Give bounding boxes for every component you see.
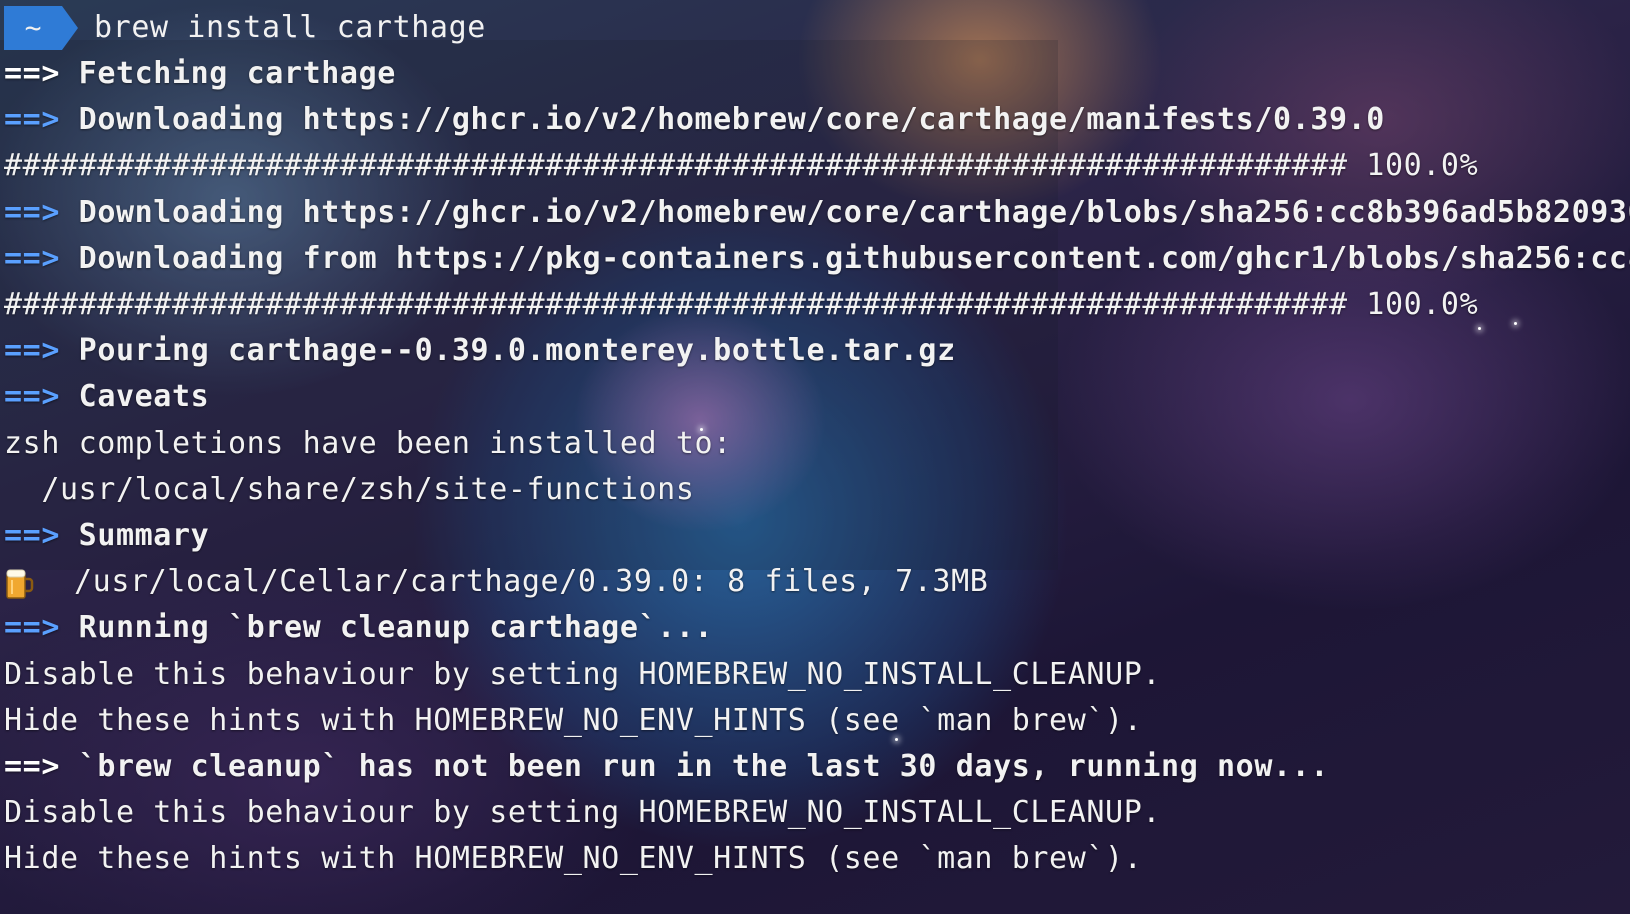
arrow-marker: ==> xyxy=(4,56,60,91)
arrow-marker: ==> xyxy=(4,518,60,553)
line-text: Pouring carthage--0.39.0.monterey.bottle… xyxy=(60,333,956,369)
line-text: zsh completions have been installed to: xyxy=(4,425,732,461)
prompt-separator-icon xyxy=(62,6,78,50)
arrow-marker: ==> xyxy=(4,194,60,230)
terminal-line: ==> `brew cleanup` has not been run in t… xyxy=(4,743,1329,791)
prompt-command[interactable]: brew install carthage xyxy=(94,4,486,52)
line-text: Downloading from https://pkg-containers.… xyxy=(60,240,1630,276)
terminal-line: ==> Downloading from https://pkg-contain… xyxy=(4,235,1630,283)
line-text: Hide these hints with HOMEBREW_NO_ENV_HI… xyxy=(4,841,1143,877)
line-text: Hide these hints with HOMEBREW_NO_ENV_HI… xyxy=(4,702,1143,738)
terminal-line: ==> Pouring carthage--0.39.0.monterey.bo… xyxy=(4,327,956,375)
prompt-badge: ~ xyxy=(4,6,62,50)
terminal-line: ==> Downloading https://ghcr.io/v2/homeb… xyxy=(4,189,1630,237)
terminal-line: Hide these hints with HOMEBREW_NO_ENV_HI… xyxy=(4,835,1142,883)
line-text: Caveats xyxy=(60,379,210,415)
arrow-marker: ==> xyxy=(4,379,60,415)
progress-bar-text: ########################################… xyxy=(4,287,1479,322)
terminal-line: ==> Fetching carthage xyxy=(4,50,396,98)
terminal-line: ########################################… xyxy=(4,281,1478,329)
arrow-marker: ==> xyxy=(4,749,60,784)
arrow-marker: ==> xyxy=(4,610,60,646)
line-text: Fetching carthage xyxy=(60,56,396,91)
terminal-line: ==> Summary xyxy=(4,512,209,560)
beer-mug-icon xyxy=(4,566,34,600)
line-text: Running `brew cleanup carthage`... xyxy=(60,610,714,646)
arrow-marker: ==> xyxy=(4,102,60,138)
line-text: `brew cleanup` has not been run in the l… xyxy=(60,749,1329,784)
line-text: Summary xyxy=(60,518,210,553)
line-text: Downloading https://ghcr.io/v2/homebrew/… xyxy=(60,102,1385,138)
terminal-line: Disable this behaviour by setting HOMEBR… xyxy=(4,651,1161,699)
terminal-line: /usr/local/Cellar/carthage/0.39.0: 8 fil… xyxy=(4,558,988,606)
summary-text: /usr/local/Cellar/carthage/0.39.0: 8 fil… xyxy=(74,564,989,600)
line-text: Downloading https://ghcr.io/v2/homebrew/… xyxy=(60,194,1630,230)
terminal-line: zsh completions have been installed to: xyxy=(4,420,732,468)
terminal-window[interactable]: ~ brew install carthage ==> Fetching car… xyxy=(0,0,1630,914)
terminal-line: Disable this behaviour by setting HOMEBR… xyxy=(4,789,1161,837)
home-directory-icon: ~ xyxy=(24,11,42,44)
terminal-line: ==> Downloading https://ghcr.io/v2/homeb… xyxy=(4,96,1385,144)
line-text: Disable this behaviour by setting HOMEBR… xyxy=(4,656,1162,692)
terminal-line: ==> Caveats xyxy=(4,373,209,421)
terminal-line: Hide these hints with HOMEBREW_NO_ENV_HI… xyxy=(4,697,1142,745)
line-text: /usr/local/share/zsh/site-functions xyxy=(4,471,695,507)
arrow-marker: ==> xyxy=(4,333,60,369)
terminal-line: /usr/local/share/zsh/site-functions xyxy=(4,466,694,514)
terminal-line: ########################################… xyxy=(4,142,1478,190)
progress-bar-text: ########################################… xyxy=(4,148,1479,184)
arrow-marker: ==> xyxy=(4,240,60,276)
line-text: Disable this behaviour by setting HOMEBR… xyxy=(4,795,1162,831)
terminal-line: ==> Running `brew cleanup carthage`... xyxy=(4,604,713,652)
